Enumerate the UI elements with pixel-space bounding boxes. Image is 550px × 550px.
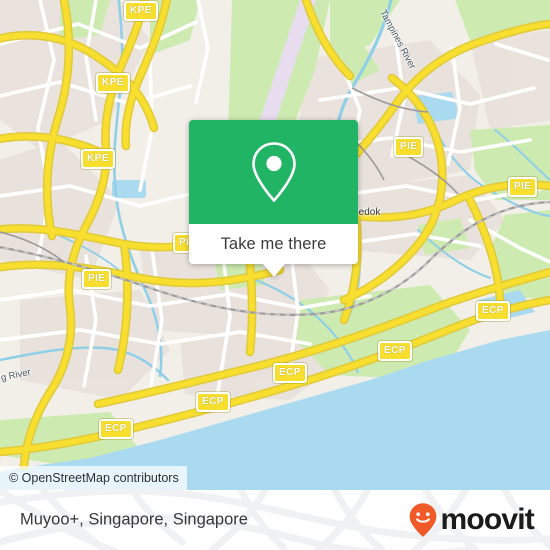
footer-bar: Muyoo+, Singapore, Singapore moovit — [0, 490, 550, 550]
take-me-there-label: Take me there — [220, 234, 327, 253]
popup-green-panel — [189, 120, 358, 224]
road-shield: ECP — [273, 363, 307, 383]
location-pin-icon — [251, 142, 296, 203]
map-screen: KPE KPE KPE PIE PIE PIE PIE ECP ECP ECP … — [0, 0, 550, 550]
road-shield: KPE — [124, 1, 158, 21]
moovit-smiley-pin-icon — [410, 503, 437, 537]
road-shield: PIE — [394, 137, 424, 157]
popup-action-bar[interactable]: Take me there — [189, 224, 358, 277]
road-shield: ECP — [196, 392, 230, 412]
popup-pointer-tail — [262, 264, 285, 277]
destination-popup[interactable]: Take me there — [189, 120, 358, 277]
road-shield: ECP — [378, 341, 412, 361]
road-shield: ECP — [99, 419, 133, 439]
road-shield: ECP — [476, 301, 510, 321]
road-shield: KPE — [96, 73, 130, 93]
road-shield: PIE — [82, 269, 112, 289]
road-shield: KPE — [81, 149, 115, 169]
moovit-wordmark: moovit — [440, 503, 534, 536]
moovit-logo[interactable]: moovit — [408, 502, 535, 538]
road-shield: PIE — [508, 177, 538, 197]
osm-attribution[interactable]: © OpenStreetMap contributors — [0, 466, 187, 490]
map-canvas[interactable]: KPE KPE KPE PIE PIE PIE PIE ECP ECP ECP … — [0, 0, 550, 490]
place-title: Muyoo+, Singapore, Singapore — [20, 510, 248, 529]
